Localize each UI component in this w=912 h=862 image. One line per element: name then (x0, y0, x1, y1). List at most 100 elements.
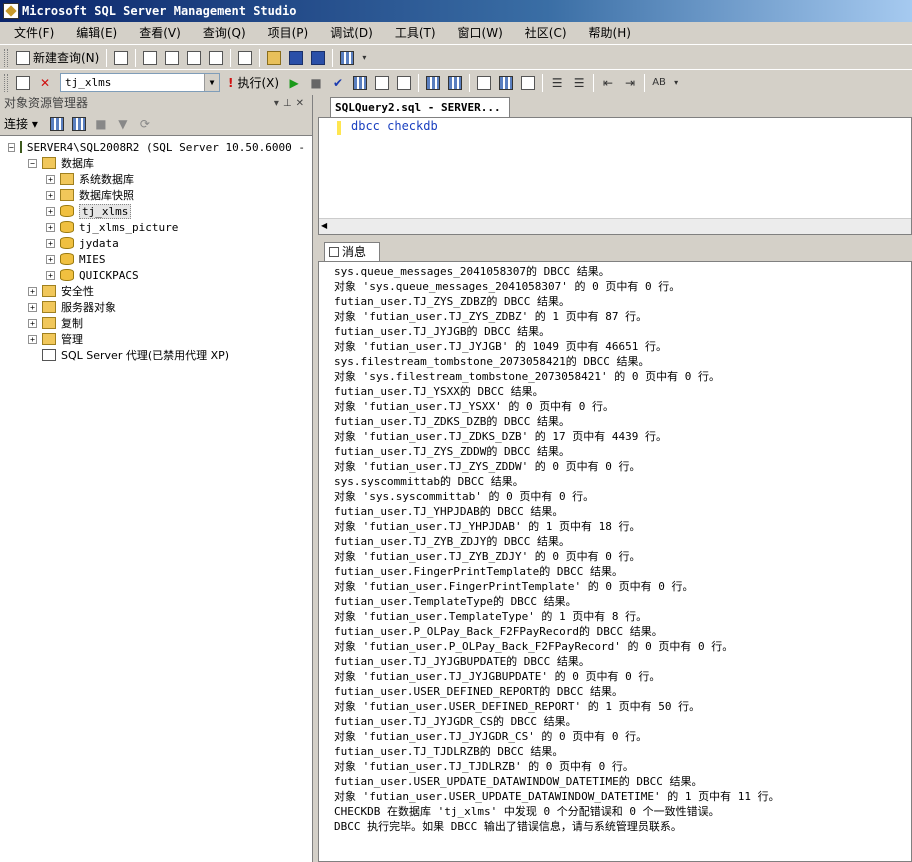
decrease-indent-button[interactable]: ⇤ (598, 73, 618, 93)
debug-button[interactable]: ▶ (284, 73, 304, 93)
database-select[interactable]: tj_xlms ▼ (60, 73, 220, 92)
toolbar-separator (135, 48, 137, 67)
message-line: 对象 'sys.syscommittab' 的 0 页中有 0 行。 (334, 490, 595, 503)
expand-icon[interactable]: + (46, 174, 55, 184)
expand-icon[interactable]: + (28, 318, 37, 328)
dmx-query-button[interactable] (162, 48, 182, 68)
tree-node-management[interactable]: + 管理 (0, 331, 312, 347)
tree-node-system-databases[interactable]: + 系统数据库 (0, 171, 312, 187)
results-to-text-button[interactable] (474, 73, 494, 93)
menu-query[interactable]: 查询(Q) (195, 23, 254, 43)
activity-monitor-icon (340, 50, 355, 65)
tree-node-db-mies[interactable]: + MIES (0, 251, 312, 267)
menu-tools[interactable]: 工具(T) (387, 23, 444, 43)
tab-messages[interactable]: 消息 (324, 242, 380, 262)
uncomment-button[interactable]: ☰ (569, 73, 589, 93)
message-line: 对象 'futian_user.TJ_JYJGDR_CS' 的 0 页中有 0 … (334, 730, 648, 743)
connect-button[interactable] (13, 73, 33, 93)
tree-node-db-snapshots[interactable]: + 数据库快照 (0, 187, 312, 203)
comment-button[interactable]: ☰ (547, 73, 567, 93)
expand-icon[interactable]: + (46, 190, 55, 200)
connect-dropdown[interactable]: 连接 ▾ (4, 115, 38, 132)
expand-icon[interactable]: + (28, 302, 37, 312)
scroll-left-icon[interactable]: ◀ (321, 221, 327, 230)
tree-node-security[interactable]: + 安全性 (0, 283, 312, 299)
message-line: 对象 'futian_user.TJ_YSXX' 的 0 页中有 0 行。 (334, 400, 615, 413)
cancel-query-button[interactable]: ■ (306, 73, 326, 93)
new-file-button[interactable] (111, 48, 131, 68)
tree-node-db-jydata[interactable]: + jydata (0, 235, 312, 251)
save-button[interactable] (286, 48, 306, 68)
menu-file[interactable]: 文件(F) (6, 23, 62, 43)
disconnect-object-explorer-button[interactable] (69, 114, 89, 134)
toolbar-grip[interactable] (4, 48, 8, 67)
query-designer-button[interactable] (372, 73, 392, 93)
menu-community[interactable]: 社区(C) (517, 23, 575, 43)
messages-pane[interactable]: sys.queue_messages_2041058307的 DBCC 结果。对… (318, 261, 912, 862)
intellisense-button[interactable] (423, 73, 443, 93)
expand-icon[interactable]: + (46, 238, 55, 248)
play-icon: ▶ (289, 75, 299, 90)
message-lines: sys.queue_messages_2041058307的 DBCC 结果。对… (319, 262, 911, 834)
results-to-grid-button[interactable] (496, 73, 516, 93)
menu-debug[interactable]: 调试(D) (322, 23, 381, 43)
increase-indent-button[interactable]: ⇥ (620, 73, 640, 93)
message-line: sys.syscommittab的 DBCC 结果。 (334, 475, 524, 488)
activity-monitor-button[interactable] (337, 48, 357, 68)
collapse-icon[interactable]: − (28, 158, 37, 168)
display-estimated-plan-button[interactable] (350, 73, 370, 93)
collapse-icon[interactable]: − (8, 142, 15, 152)
tree-node-db-tj-xlms-picture[interactable]: + tj_xlms_picture (0, 219, 312, 235)
sqlce-query-button[interactable] (206, 48, 226, 68)
expand-icon[interactable]: + (46, 270, 55, 280)
tree-node-db-tj-xlms[interactable]: + tj_xlms (0, 203, 312, 219)
parse-button[interactable]: ✔ (328, 73, 348, 93)
menu-help[interactable]: 帮助(H) (581, 23, 639, 43)
open-file-button[interactable] (264, 48, 284, 68)
menu-view[interactable]: 查看(V) (131, 23, 189, 43)
expand-icon[interactable]: + (46, 206, 55, 216)
disconnect-button[interactable]: ✕ (35, 73, 55, 93)
execute-button[interactable]: ! 执行(X) (225, 73, 282, 93)
filter-button[interactable]: ▼ (113, 114, 133, 134)
expand-icon[interactable]: + (28, 286, 37, 296)
tree-node-databases[interactable]: − 数据库 (0, 155, 312, 171)
toolbar-overflow-button[interactable]: ▾ (671, 73, 681, 93)
pin-icon[interactable]: ⊥ (283, 98, 296, 109)
stop-button[interactable]: ■ (91, 114, 111, 134)
tree-node-db-quickpacs[interactable]: + QUICKPACS (0, 267, 312, 283)
editor-results-splitter[interactable] (318, 235, 912, 240)
specify-template-values-button[interactable]: AB (649, 73, 669, 93)
menu-window[interactable]: 窗口(W) (450, 23, 511, 43)
query-text[interactable]: dbcc checkdb (351, 119, 438, 133)
tree-node-replication[interactable]: + 复制 (0, 315, 312, 331)
expand-icon[interactable]: + (46, 222, 55, 232)
title-bar: Microsoft SQL Server Management Studio (0, 0, 912, 22)
query-editor[interactable]: dbcc checkdb ◀ (318, 117, 912, 235)
xmla-query-button[interactable] (184, 48, 204, 68)
tree-node-agent[interactable]: SQL Server 代理(已禁用代理 XP) (0, 347, 312, 363)
query-options-button[interactable] (394, 73, 414, 93)
toolbar-grip[interactable] (4, 73, 8, 92)
tree-node-server-objects[interactable]: + 服务器对象 (0, 299, 312, 315)
toolbar-overflow-button[interactable]: ▾ (359, 48, 369, 68)
expand-icon[interactable]: + (46, 254, 55, 264)
close-icon[interactable]: ✕ (296, 98, 308, 109)
results-to-file-button[interactable] (518, 73, 538, 93)
save-all-button[interactable] (308, 48, 328, 68)
message-line: 对象 'futian_user.TJ_ZDKS_DZB' 的 17 页中有 44… (334, 430, 668, 443)
connect-object-explorer-button[interactable] (47, 114, 67, 134)
tree-node-server[interactable]: − SERVER4\SQL2008R2 (SQL Server 10.50.60… (0, 139, 312, 155)
chevron-down-icon[interactable]: ▼ (204, 74, 219, 91)
add-file-button[interactable] (235, 48, 255, 68)
menu-project[interactable]: 项目(P) (260, 23, 317, 43)
refresh-button[interactable]: ⟳ (135, 114, 155, 134)
include-actual-plan-button[interactable] (445, 73, 465, 93)
menu-edit[interactable]: 编辑(E) (68, 23, 125, 43)
dropdown-icon[interactable]: ▾ (274, 98, 283, 109)
mdx-query-button[interactable] (140, 48, 160, 68)
new-query-button[interactable]: 新建查询(N) (13, 48, 102, 68)
expand-icon[interactable]: + (28, 334, 37, 344)
tab-sqlquery2[interactable]: SQLQuery2.sql - SERVER... (330, 97, 510, 117)
editor-horizontal-scrollbar[interactable]: ◀ (319, 218, 911, 234)
